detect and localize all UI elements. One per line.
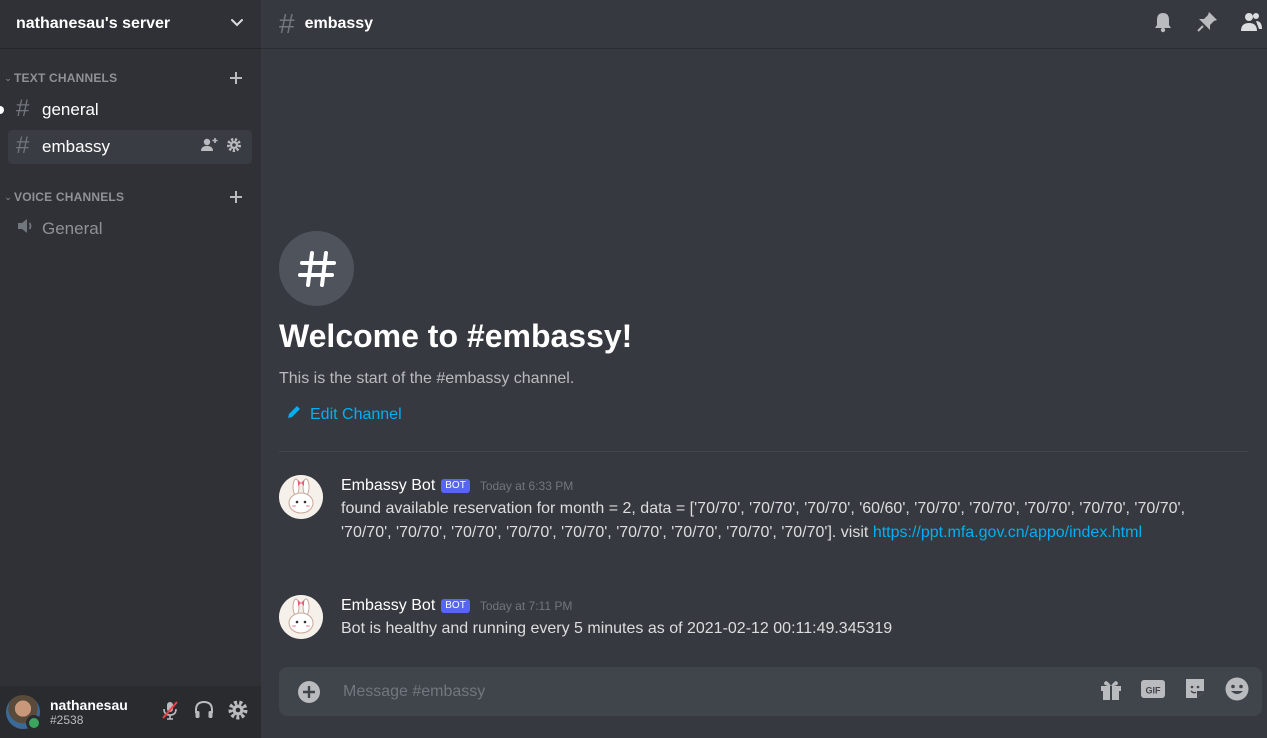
message-timestamp: Today at 6:33 PM: [479, 479, 574, 493]
invite-member-icon[interactable]: [200, 137, 218, 158]
welcome-subtitle: This is the start of the #embassy channe…: [279, 370, 575, 387]
channel-sidebar: nathanesau's server ⌄ TEXT CHANNELS # ge…: [0, 0, 261, 738]
caret-down-icon: ⌄: [4, 191, 12, 202]
pin-icon[interactable]: [1195, 10, 1219, 39]
channel-title: embassy: [304, 15, 374, 32]
hash-icon: #: [16, 95, 30, 122]
channel-item-general[interactable]: # general: [8, 93, 252, 127]
channel-item-embassy[interactable]: # embassy: [8, 130, 252, 164]
message-content: found available reservation for month = …: [341, 497, 1201, 545]
headphones-icon[interactable]: [193, 699, 215, 726]
mute-microphone-icon[interactable]: [159, 699, 181, 726]
online-status-icon: [26, 715, 42, 731]
message-author[interactable]: Embassy Bot: [341, 477, 435, 495]
user-settings-gear-icon[interactable]: [227, 699, 249, 726]
category-label: TEXT CHANNELS: [14, 71, 118, 85]
username: nathanesau: [50, 697, 128, 713]
unread-indicator: [0, 106, 4, 114]
server-header[interactable]: nathanesau's server: [0, 0, 261, 48]
gif-icon[interactable]: GIF: [1140, 676, 1166, 707]
message-input[interactable]: [341, 681, 1045, 702]
gift-icon[interactable]: [1098, 676, 1124, 707]
emoji-icon[interactable]: [1224, 676, 1250, 707]
edit-channel-link[interactable]: Edit Channel: [286, 404, 402, 425]
pencil-icon: [286, 404, 302, 425]
sticker-icon[interactable]: [1182, 676, 1208, 707]
server-name: nathanesau's server: [16, 15, 171, 32]
user-tag: #2538: [50, 713, 84, 727]
message-timestamp: Today at 7:11 PM: [479, 599, 573, 613]
speaker-icon: [16, 216, 42, 240]
message: Embassy Bot BOT Today at 7:11 PM Bot is …: [279, 595, 1239, 643]
create-channel-plus-icon[interactable]: [227, 68, 245, 88]
create-channel-plus-icon[interactable]: [227, 187, 245, 207]
notification-bell-icon[interactable]: [1151, 10, 1175, 39]
welcome-title: Welcome to #embassy!: [279, 318, 633, 354]
message-text: Bot is healthy and running every 5 minut…: [341, 620, 893, 637]
bot-avatar[interactable]: [279, 475, 323, 519]
svg-text:GIF: GIF: [1146, 686, 1162, 696]
channel-hash-badge-icon: [279, 231, 354, 306]
chevron-down-icon: [229, 14, 245, 35]
channel-name: embassy: [42, 137, 111, 156]
user-panel: nathanesau #2538: [0, 686, 261, 738]
avatar[interactable]: [6, 695, 42, 731]
gear-icon[interactable]: [226, 137, 242, 158]
category-label: VOICE CHANNELS: [14, 190, 125, 204]
bot-badge: BOT: [441, 479, 470, 493]
category-text-channels[interactable]: ⌄ TEXT CHANNELS: [0, 68, 261, 88]
hash-icon: #: [279, 8, 295, 39]
edit-channel-label: Edit Channel: [310, 405, 402, 423]
add-attachment-plus-icon[interactable]: [297, 680, 321, 704]
bot-badge: BOT: [441, 599, 470, 613]
member-list-icon[interactable]: [1239, 10, 1263, 39]
message-composer: GIF: [279, 667, 1262, 716]
message-author[interactable]: Embassy Bot: [341, 597, 435, 615]
channel-header: # embassy: [261, 0, 1267, 48]
message-link[interactable]: https://ppt.mfa.gov.cn/appo/index.html: [873, 524, 1142, 541]
voice-channel-item-general[interactable]: General: [8, 212, 252, 246]
divider: [279, 451, 1248, 452]
hash-icon: #: [16, 132, 30, 159]
message: Embassy Bot BOT Today at 6:33 PM found a…: [279, 475, 1239, 571]
channel-name: general: [42, 100, 99, 119]
bot-avatar[interactable]: [279, 595, 323, 639]
category-voice-channels[interactable]: ⌄ VOICE CHANNELS: [0, 187, 261, 207]
message-content: Bot is healthy and running every 5 minut…: [341, 617, 1201, 641]
channel-name: General: [42, 219, 103, 238]
caret-down-icon: ⌄: [4, 72, 12, 83]
